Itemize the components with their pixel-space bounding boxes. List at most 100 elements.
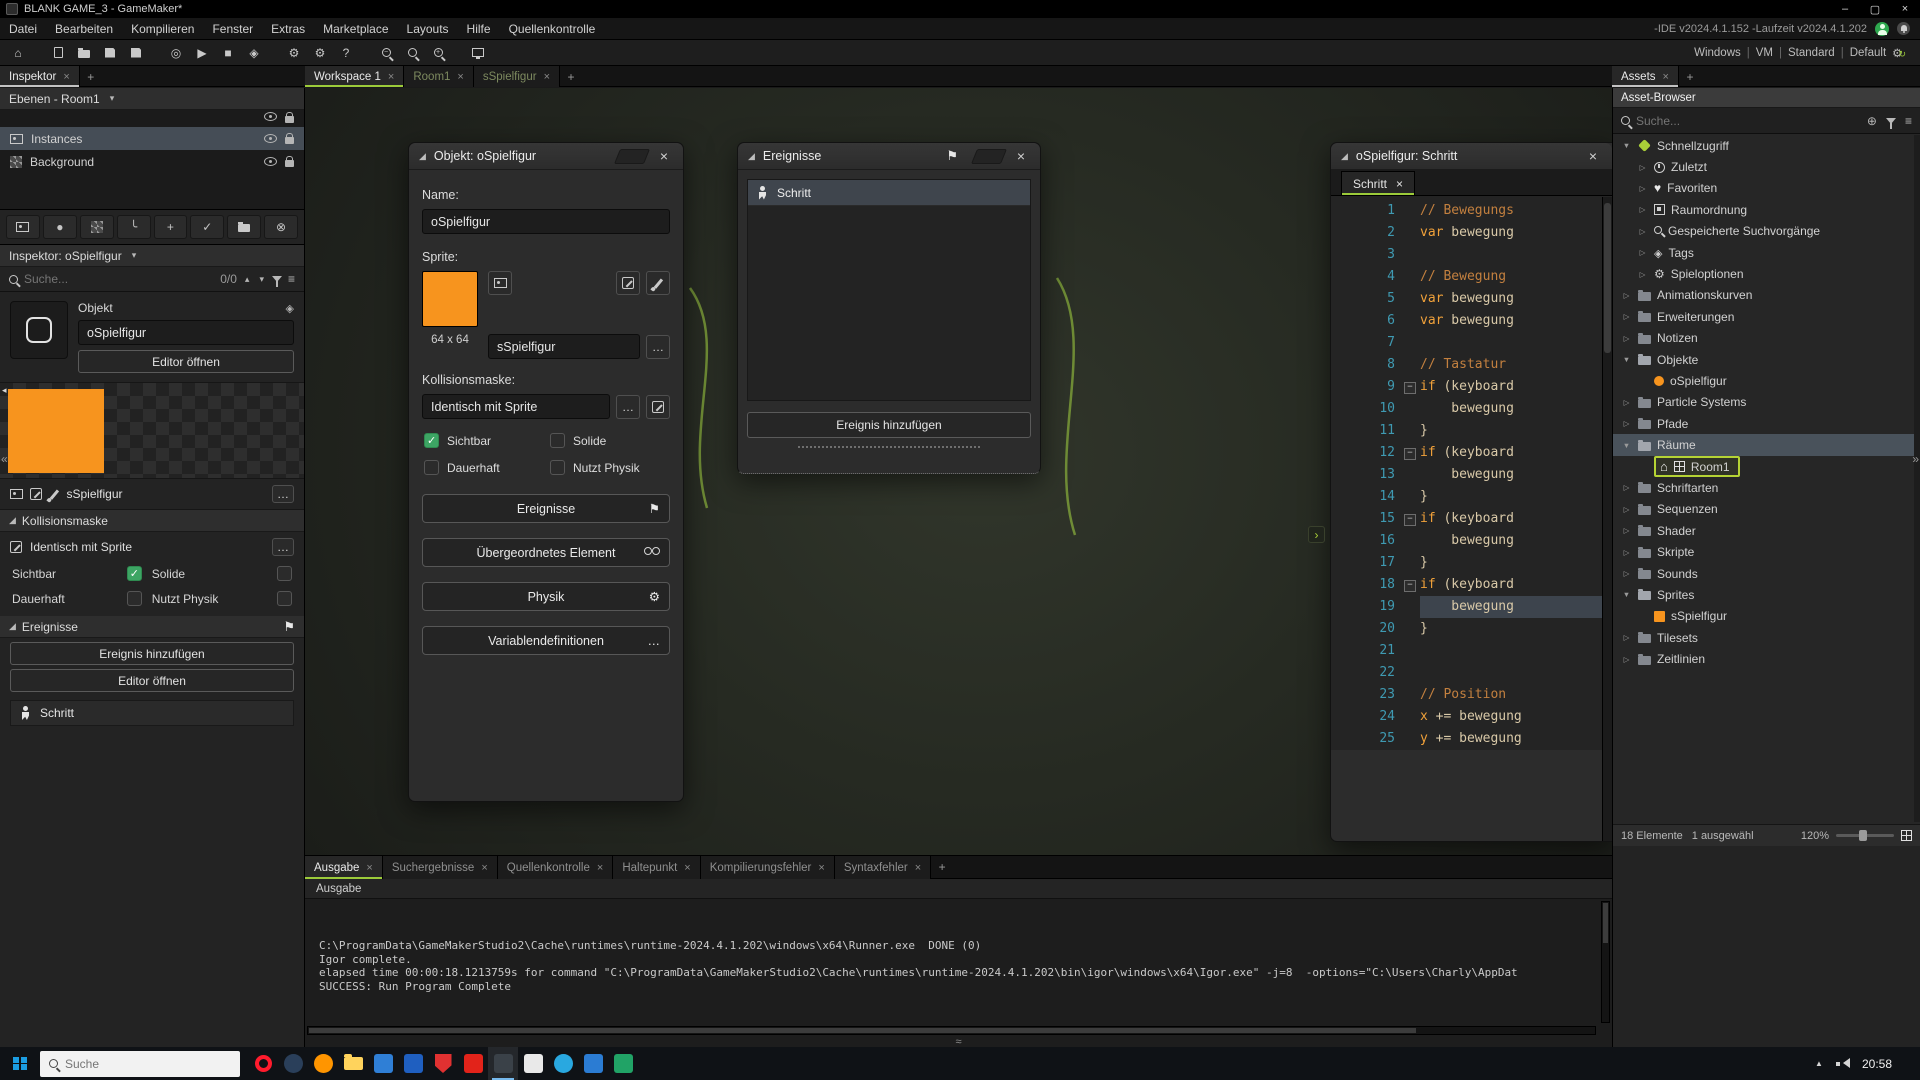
sprite-thumbnail[interactable] [422, 271, 478, 327]
new-project-button[interactable] [46, 43, 70, 63]
taskbar-app-opera[interactable] [248, 1047, 278, 1080]
menu-bearbeiten[interactable]: Bearbeiten [46, 18, 122, 40]
collision-mode-button[interactable]: … [272, 538, 294, 556]
chevron-down-icon[interactable]: ▼ [1621, 355, 1632, 364]
close-icon[interactable]: × [597, 862, 603, 874]
target-vm[interactable]: VM [1756, 47, 1773, 59]
physics-checkbox[interactable] [550, 460, 565, 475]
chevron-right-icon[interactable]: ▷ [1621, 398, 1632, 407]
visibility-icon[interactable] [264, 157, 277, 166]
taskbar-app-firefox[interactable] [308, 1047, 338, 1080]
save-all-button[interactable] [124, 43, 148, 63]
close-icon[interactable]: × [366, 862, 372, 874]
taskbar-app-messenger[interactable] [548, 1047, 578, 1080]
filter-icon[interactable] [272, 276, 282, 282]
code-scrollbar[interactable] [1602, 197, 1612, 841]
taskbar-app-security-shield[interactable] [428, 1047, 458, 1080]
sprite-picker-button[interactable]: … [272, 485, 294, 503]
new-tab-button[interactable]: + [560, 66, 582, 87]
target-default[interactable]: Default [1850, 47, 1886, 59]
tray-expand-icon[interactable]: ▲ [1815, 1059, 1823, 1068]
menu-kompilieren[interactable]: Kompilieren [122, 18, 203, 40]
search-next-button[interactable]: ▾ [257, 274, 266, 285]
chevron-right-icon[interactable]: ▷ [1621, 548, 1632, 557]
zoom-slider[interactable] [1836, 834, 1894, 837]
menu-hilfe[interactable]: Hilfe [458, 18, 500, 40]
tree-item-sounds[interactable]: ▷Sounds [1613, 563, 1914, 584]
events-section-header[interactable]: ◢ Ereignisse ⚑ [0, 616, 304, 638]
object-name-field[interactable]: oSpielfigur [78, 320, 294, 345]
chevron-down-icon[interactable]: ▼ [1621, 590, 1632, 599]
persistent-checkbox[interactable] [127, 591, 142, 606]
layer-row-instances[interactable]: Instances [0, 127, 304, 150]
workspace-tab-workspace-1[interactable]: Workspace 1× [305, 66, 404, 87]
maximize-button[interactable]: ▢ [1860, 0, 1890, 18]
chevron-down-icon[interactable]: ▼ [1621, 141, 1632, 150]
close-icon[interactable]: × [818, 862, 824, 874]
expand-right-panel-handle[interactable]: » [1912, 452, 1919, 466]
tree-item-shader[interactable]: ▷Shader [1613, 520, 1914, 541]
clean-button[interactable]: ◈ [242, 43, 266, 63]
taskbar-app-gamemaker[interactable] [488, 1047, 518, 1080]
target-windows[interactable]: Windows [1694, 47, 1741, 59]
sprite-icon[interactable] [10, 489, 23, 499]
chevron-right-icon[interactable]: ▷ [1637, 205, 1648, 214]
layer-row-background[interactable]: Background [0, 150, 304, 173]
tree-item-room1[interactable]: Room1 [1613, 456, 1914, 477]
tree-item-spieloptionen[interactable]: ▷Spieloptionen [1613, 263, 1914, 284]
menu-quellenkontrolle[interactable]: Quellenkontrolle [500, 18, 605, 40]
fold-icon[interactable] [1403, 376, 1417, 398]
close-icon[interactable]: × [655, 148, 673, 164]
minimize-button[interactable]: – [1830, 0, 1860, 18]
chevron-right-icon[interactable]: ▷ [1621, 505, 1632, 514]
asset-search-input[interactable] [1636, 114, 1861, 128]
zoom-out-button[interactable]: − [374, 43, 398, 63]
taskbar-app-notepad[interactable] [518, 1047, 548, 1080]
close-icon[interactable]: × [457, 71, 463, 83]
new-tab-button[interactable]: + [80, 66, 102, 87]
open-project-button[interactable] [72, 43, 96, 63]
add-event-button[interactable]: Ereignis hinzufügen [10, 642, 294, 665]
visible-checkbox[interactable] [127, 566, 142, 581]
lock-icon[interactable] [285, 137, 294, 144]
notifications-icon[interactable] [1897, 22, 1910, 35]
target-standard[interactable]: Standard [1788, 47, 1835, 59]
collision-mask-header[interactable]: ◢ Kollisionsmaske [0, 510, 304, 532]
chevron-right-icon[interactable]: ▷ [1637, 163, 1648, 172]
chevron-right-icon[interactable]: ▷ [1621, 633, 1632, 642]
close-icon[interactable]: × [63, 71, 69, 83]
edit-mask-icon[interactable] [10, 541, 22, 553]
new-tab-button[interactable]: + [931, 856, 953, 877]
output-hscrollbar[interactable] [307, 1026, 1596, 1035]
build-settings-button[interactable]: ⚙ [308, 43, 332, 63]
close-button[interactable]: × [1890, 0, 1920, 18]
inspector-search-input[interactable] [24, 272, 214, 286]
collapse-triangle-icon[interactable]: ◂ [2, 385, 7, 396]
tree-item-schnellzugriff[interactable]: ▼Schnellzugriff [1613, 135, 1914, 156]
menu-layouts[interactable]: Layouts [398, 18, 458, 40]
menu-extras[interactable]: Extras [262, 18, 314, 40]
object-button-ereignisse[interactable]: Ereignisse⚑ [422, 494, 670, 523]
layout-windows-button[interactable] [466, 43, 490, 63]
visible-checkbox[interactable] [424, 433, 439, 448]
chevron-right-icon[interactable]: ▷ [1637, 248, 1648, 257]
chevron-right-icon[interactable]: ▷ [1621, 483, 1632, 492]
persistent-checkbox[interactable] [424, 460, 439, 475]
taskbar-app-pdf-reader[interactable] [458, 1047, 488, 1080]
menu-icon[interactable]: ≡ [288, 272, 295, 286]
code-editor[interactable]: 1// Bewegungs2var bewegung34// Bewegung5… [1331, 196, 1612, 750]
taskbar-app-spreadsheet[interactable] [608, 1047, 638, 1080]
tree-item-ospielfigur[interactable]: oSpielfigur [1613, 370, 1914, 391]
event-item-schritt[interactable]: Schritt [10, 700, 294, 726]
solid-checkbox[interactable] [277, 566, 292, 581]
close-icon[interactable]: × [1012, 148, 1030, 164]
help-button[interactable]: ? [334, 43, 358, 63]
layers-section-header[interactable]: Ebenen - Room1 ▾ [0, 88, 304, 110]
game-options-button[interactable]: ⚙ [282, 43, 306, 63]
close-icon[interactable]: × [915, 862, 921, 874]
edit-sprite-icon[interactable] [30, 488, 42, 500]
fold-icon[interactable] [1403, 508, 1417, 530]
panel-resize-handle[interactable]: ≈ [955, 1036, 961, 1047]
code-tab-schritt[interactable]: Schritt × [1341, 171, 1415, 195]
clock[interactable]: 20:58 [1862, 1057, 1892, 1071]
